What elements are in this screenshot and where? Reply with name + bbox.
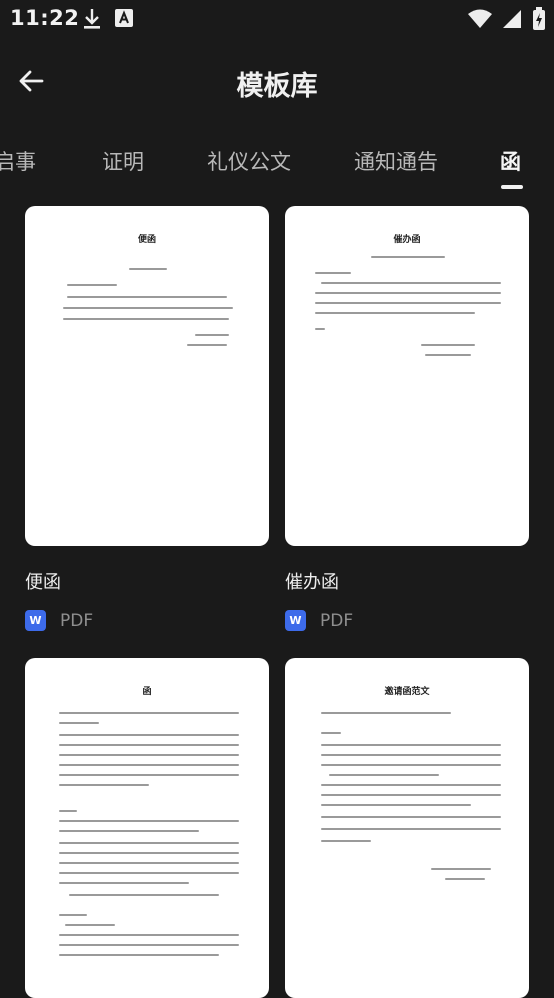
file-type: PDF — [320, 610, 354, 631]
tab-indicator — [501, 185, 523, 189]
template-thumbnail[interactable]: 邀请函范文 — [285, 658, 529, 998]
download-icon — [82, 8, 102, 34]
template-card[interactable]: 便函 便函 W PDF — [25, 206, 269, 631]
font-app-icon — [114, 8, 134, 34]
template-card[interactable]: 函 — [25, 658, 269, 998]
template-thumbnail[interactable]: 催办函 — [285, 206, 529, 546]
tab-certificates[interactable]: 证明 — [102, 146, 144, 176]
signal-icon — [502, 9, 522, 33]
category-tabs: 启事 证明 礼仪公文 通知通告 函 — [0, 140, 554, 190]
template-thumbnail[interactable]: 函 — [25, 658, 269, 998]
template-name: 催办函 — [285, 572, 339, 593]
wifi-icon — [468, 9, 492, 33]
page-title: 模板库 — [236, 71, 318, 102]
template-name: 便函 — [25, 572, 61, 593]
app-bar: 模板库 — [0, 52, 554, 114]
battery-icon — [532, 7, 546, 35]
tab-etiquette-documents[interactable]: 礼仪公文 — [207, 146, 291, 176]
tab-notices[interactable]: 启事 — [0, 146, 36, 176]
status-time: 11:22 — [10, 6, 80, 30]
tab-announcements[interactable]: 通知通告 — [354, 146, 438, 176]
word-doc-icon: W — [25, 610, 46, 631]
template-card[interactable]: 邀请函范文 — [285, 658, 529, 998]
tab-letters[interactable]: 函 — [500, 146, 521, 176]
word-doc-icon: W — [285, 610, 306, 631]
status-bar: 11:22 — [0, 0, 554, 40]
template-thumbnail[interactable]: 便函 — [25, 206, 269, 546]
file-type: PDF — [60, 610, 94, 631]
template-card[interactable]: 催办函 催办函 W PDF — [285, 206, 529, 631]
